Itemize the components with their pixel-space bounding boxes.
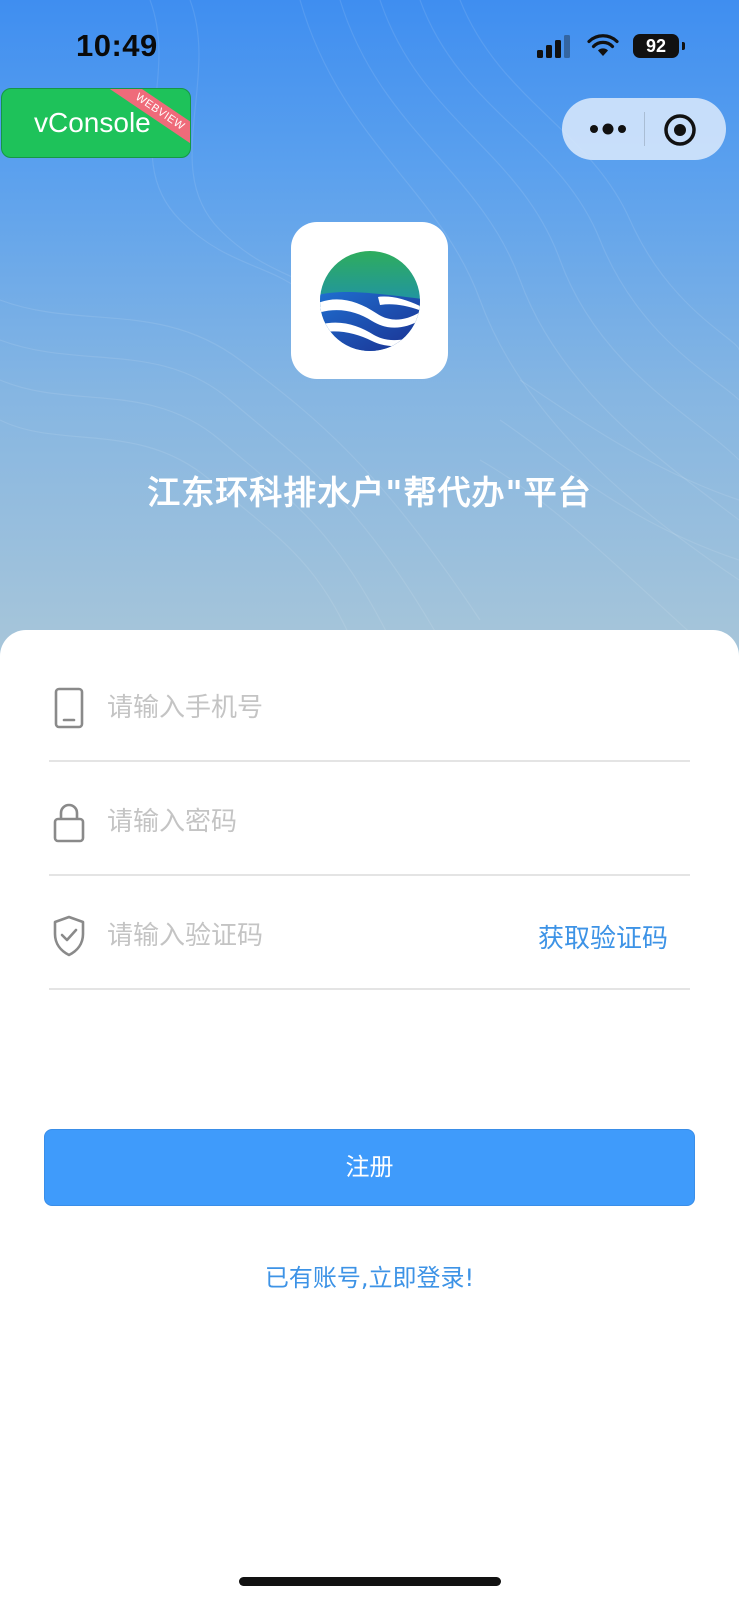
login-link[interactable]: 已有账号,立即登录! bbox=[0, 1258, 739, 1293]
capsule-divider bbox=[644, 112, 645, 146]
shield-check-icon bbox=[53, 915, 85, 957]
phone-icon bbox=[54, 687, 84, 729]
home-indicator bbox=[239, 1577, 501, 1586]
battery-level: 92 bbox=[645, 36, 667, 56]
close-target-icon[interactable] bbox=[662, 112, 698, 148]
status-time: 10:49 bbox=[76, 28, 158, 63]
status-bar: 10:49 92 bbox=[0, 0, 739, 90]
register-button[interactable]: 注册 bbox=[44, 1129, 695, 1206]
get-code-button[interactable]: 获取验证码 bbox=[538, 918, 668, 955]
status-icons: 92 bbox=[537, 34, 685, 58]
verification-code-input[interactable] bbox=[107, 912, 527, 960]
phone-field bbox=[49, 648, 690, 762]
app-title: 江东环科排水户"帮代办"平台 bbox=[147, 473, 592, 512]
app-logo-icon bbox=[319, 250, 420, 351]
password-field bbox=[49, 762, 690, 876]
battery-icon: 92 bbox=[633, 34, 685, 58]
phone-input[interactable] bbox=[107, 684, 527, 732]
signal-icon bbox=[537, 35, 570, 58]
vconsole-label: vConsole bbox=[34, 107, 151, 138]
code-field: 获取验证码 bbox=[49, 876, 690, 990]
vconsole-button[interactable]: vConsole WEBVIEW bbox=[1, 88, 191, 158]
more-icon[interactable] bbox=[586, 114, 642, 144]
wifi-icon bbox=[587, 34, 619, 56]
lock-icon bbox=[53, 803, 85, 843]
miniprogram-capsule bbox=[562, 98, 726, 160]
password-input[interactable] bbox=[107, 798, 527, 846]
app-logo bbox=[291, 222, 448, 379]
